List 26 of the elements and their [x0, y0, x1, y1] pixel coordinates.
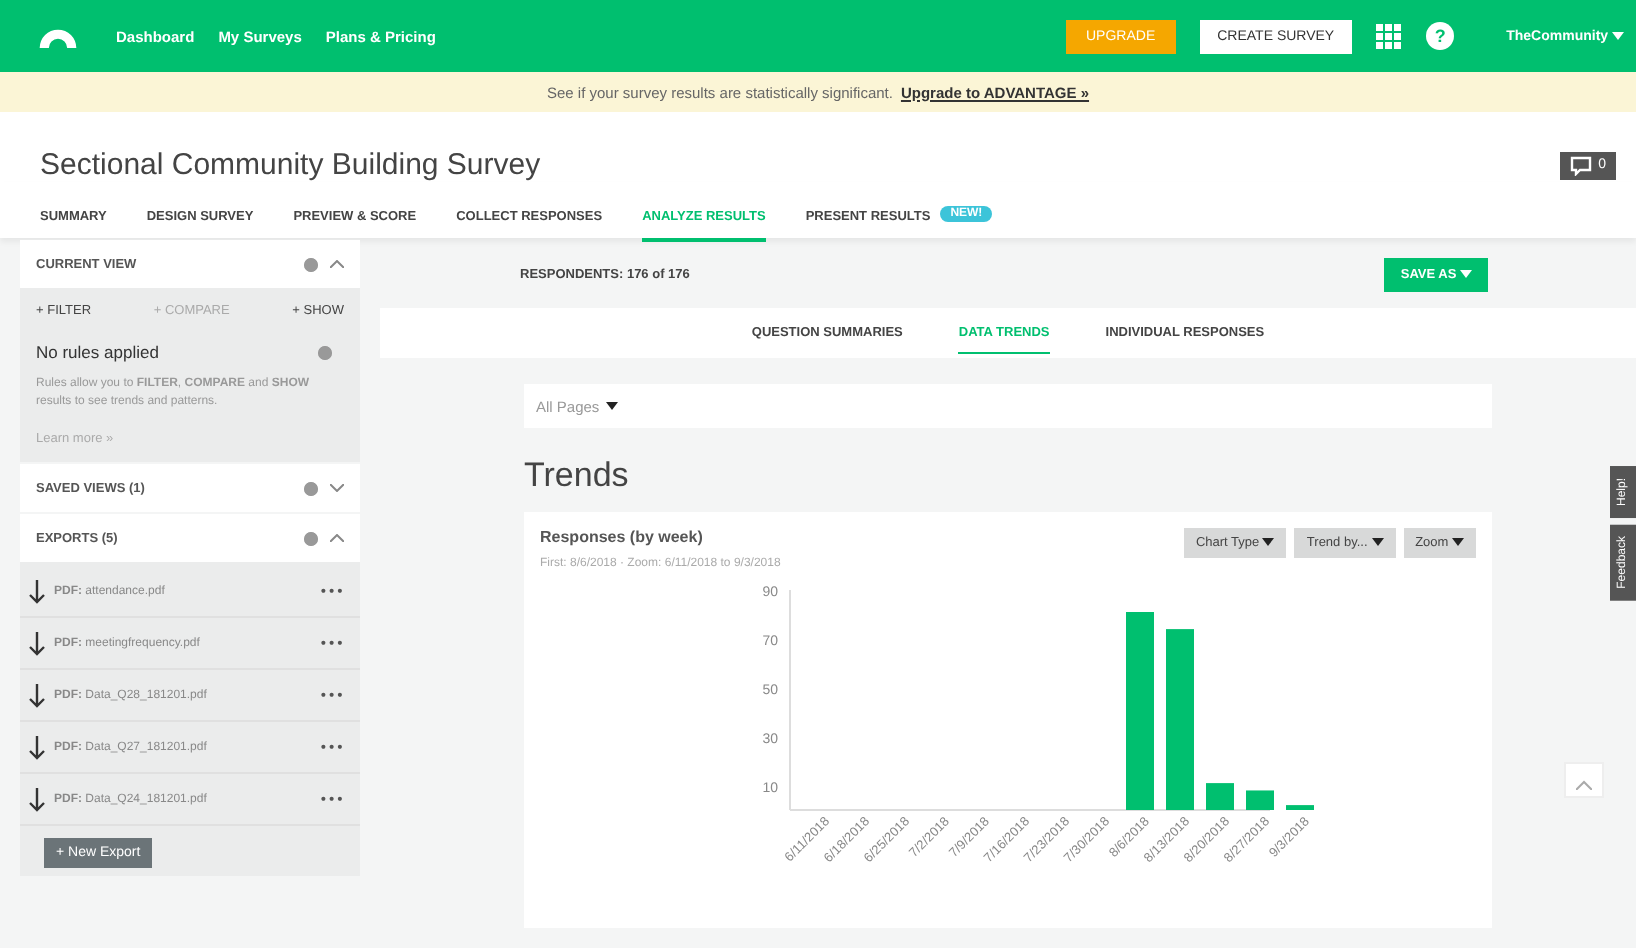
chevron-icon[interactable] [330, 484, 344, 492]
scroll-top-button[interactable] [1564, 762, 1604, 798]
chevron-icon[interactable] [330, 534, 344, 542]
caret-icon [605, 402, 618, 410]
download-icon[interactable] [28, 631, 46, 655]
help-icon[interactable] [304, 257, 318, 271]
download-icon[interactable] [28, 787, 46, 811]
section-heading: Trends [524, 456, 629, 496]
download-icon[interactable] [28, 735, 46, 759]
caret-icon [1371, 538, 1384, 546]
caret-icon [1262, 538, 1275, 546]
chart-title: Responses (by week) [540, 528, 705, 546]
caret-up-icon [1576, 779, 1592, 789]
caret-icon [1452, 538, 1464, 546]
rules-status: No rules applied [36, 342, 159, 362]
help-icon[interactable] [304, 481, 318, 495]
survey-title: Sectional Community Building Survey [40, 148, 541, 182]
download-icon[interactable] [28, 579, 46, 603]
speech-bubble-icon [1570, 155, 1593, 175]
caret-icon [1460, 270, 1472, 278]
apps-grid-icon[interactable] [1376, 23, 1403, 49]
download-icon[interactable] [28, 683, 46, 707]
help-icon[interactable] [304, 531, 318, 545]
help-icon[interactable] [318, 345, 332, 359]
chevron-icon[interactable] [330, 260, 344, 268]
caret-icon [1612, 31, 1624, 39]
